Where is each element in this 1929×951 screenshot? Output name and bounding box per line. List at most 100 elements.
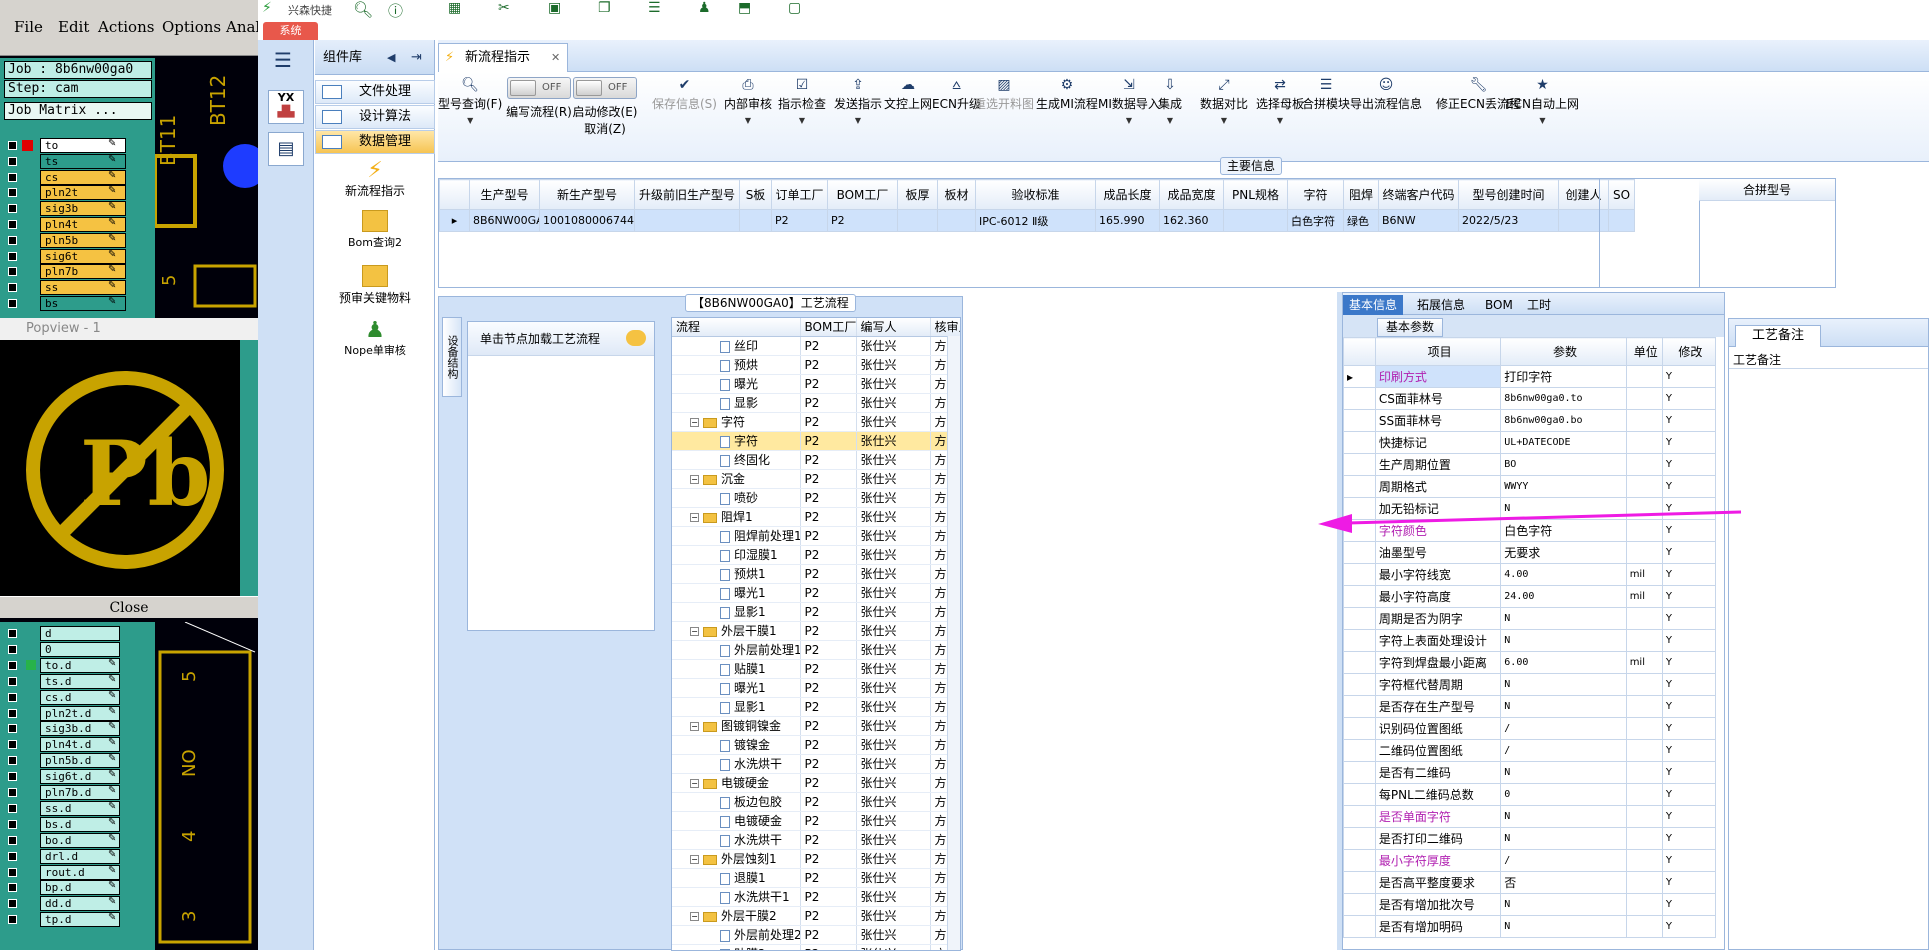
layer-edit-icon[interactable]: ✎ bbox=[108, 658, 116, 669]
param-row[interactable]: 快捷标记UL+DATECODEY bbox=[1344, 432, 1716, 454]
dropdown-arrow-icon[interactable]: ▼ bbox=[1256, 116, 1304, 125]
table-cell[interactable]: P2 bbox=[772, 210, 828, 232]
ribbon-button-9[interactable]: ▨重选开料图 bbox=[974, 75, 1034, 112]
table-cell[interactable]: B6NW bbox=[1379, 210, 1459, 232]
table-cell[interactable] bbox=[938, 210, 976, 232]
layer-edit-icon[interactable]: ✎ bbox=[108, 170, 116, 181]
param-modify[interactable]: Y bbox=[1662, 630, 1715, 652]
close-icon[interactable]: ✕ bbox=[551, 44, 560, 72]
ribbon-button-15[interactable]: ☰合拼模块 bbox=[1302, 75, 1350, 112]
tree-row[interactable]: 水洗烘干P2张仕兴方幸幸已审核 bbox=[672, 754, 961, 773]
column-header[interactable]: 参数 bbox=[1501, 338, 1626, 366]
ribbon-button-2[interactable]: OFF启动修改(E)取消(Z) bbox=[570, 75, 640, 137]
dropdown-arrow-icon[interactable]: ▼ bbox=[724, 116, 772, 125]
param-value[interactable]: / bbox=[1501, 718, 1626, 740]
layer-edit-icon[interactable]: ✎ bbox=[108, 264, 116, 275]
tree-row[interactable]: 水洗烘干1P2张仕兴方幸幸已审核 bbox=[672, 887, 961, 906]
ribbon-button-16[interactable]: ☺导出流程信息 bbox=[1350, 75, 1422, 112]
param-modify[interactable]: Y bbox=[1662, 542, 1715, 564]
tree-row[interactable]: −图镀铜镍金P2张仕兴方幸幸已审核 bbox=[672, 716, 961, 735]
model-table-row[interactable]: ▸8B6NW00GA010010800067444P2P2IPC-6012 Ⅱ级… bbox=[440, 210, 1635, 232]
layer-row[interactable]: to.d✎ bbox=[4, 658, 154, 673]
tree-node[interactable]: 电镀硬金 bbox=[672, 811, 800, 830]
quick-grid-icon[interactable]: ▦ bbox=[448, 0, 461, 16]
param-modify[interactable]: Y bbox=[1662, 410, 1715, 432]
param-value[interactable]: N bbox=[1501, 762, 1626, 784]
layer-row[interactable]: pln2t.d✎ bbox=[4, 706, 154, 721]
tree-node[interactable]: 水洗烘干 bbox=[672, 754, 800, 773]
layer-edit-icon[interactable]: ✎ bbox=[108, 865, 116, 876]
dropdown-arrow-icon[interactable]: ▼ bbox=[1200, 116, 1248, 125]
tree-row[interactable]: 曝光1P2张仕兴方幸幸已审核 bbox=[672, 583, 961, 602]
column-header[interactable]: 阻焊 bbox=[1344, 180, 1379, 210]
column-header[interactable]: 流程 bbox=[672, 318, 800, 336]
layer-checkbox[interactable] bbox=[8, 236, 17, 245]
dropdown-arrow-icon[interactable]: ▼ bbox=[778, 116, 826, 125]
system-tab[interactable]: 系统 bbox=[263, 22, 318, 40]
param-row[interactable]: 是否存在生产型号NY bbox=[1344, 696, 1716, 718]
layer-edit-icon[interactable]: ✎ bbox=[108, 706, 116, 717]
tree-node[interactable]: 退膜1 bbox=[672, 868, 800, 887]
column-header[interactable]: 升级前旧生产型号 bbox=[635, 180, 740, 210]
layer-row[interactable]: pln4t.d✎ bbox=[4, 737, 154, 752]
layer-checkbox[interactable] bbox=[8, 820, 17, 829]
layer-checkbox[interactable] bbox=[8, 283, 17, 292]
equipment-structure-tab[interactable]: 设备结构 bbox=[442, 317, 462, 397]
layer-row[interactable]: pln4t✎ bbox=[4, 217, 154, 232]
table-cell[interactable]: IPC-6012 Ⅱ级 bbox=[976, 210, 1096, 232]
layer-checkbox[interactable] bbox=[8, 740, 17, 749]
layer-checkbox[interactable] bbox=[8, 677, 17, 686]
param-row[interactable]: 是否单面字符NY bbox=[1344, 806, 1716, 828]
param-value[interactable]: UL+DATECODE bbox=[1501, 432, 1626, 454]
tree-node[interactable]: 终固化 bbox=[672, 450, 800, 469]
layer-edit-icon[interactable]: ✎ bbox=[108, 280, 116, 291]
layer-row[interactable]: ss✎ bbox=[4, 280, 154, 295]
tree-row[interactable]: −外层干膜1P2张仕兴方幸幸已审核 bbox=[672, 621, 961, 640]
param-modify[interactable]: Y bbox=[1662, 608, 1715, 630]
layer-row[interactable]: d bbox=[4, 626, 154, 641]
job-matrix-button[interactable]: Job Matrix ... bbox=[4, 102, 152, 120]
param-row[interactable]: 字符到焊盘最小距离6.00milY bbox=[1344, 652, 1716, 674]
param-modify[interactable]: Y bbox=[1662, 454, 1715, 476]
layer-row[interactable]: pln2t✎ bbox=[4, 185, 154, 200]
tool-nope-review[interactable]: ♟Nope单审核 bbox=[315, 318, 435, 358]
column-header[interactable]: 编写人 bbox=[856, 318, 930, 336]
param-row[interactable]: 识别码位置图纸/Y bbox=[1344, 718, 1716, 740]
param-value[interactable]: WWYY bbox=[1501, 476, 1626, 498]
param-value[interactable]: N bbox=[1501, 828, 1626, 850]
column-header[interactable]: 终端客户代码 bbox=[1379, 180, 1459, 210]
tree-row[interactable]: 水洗烘干P2张仕兴方幸幸已审核 bbox=[672, 830, 961, 849]
tree-row[interactable]: 印湿膜1P2张仕兴方幸幸已审核 bbox=[672, 545, 961, 564]
ribbon-button-12[interactable]: ⇩集成▼ bbox=[1158, 75, 1182, 125]
layer-checkbox[interactable] bbox=[8, 883, 17, 892]
param-modify[interactable]: Y bbox=[1662, 696, 1715, 718]
tree-row[interactable]: 显影1P2张仕兴方幸幸已审核 bbox=[672, 602, 961, 621]
ribbon-button-18[interactable]: ★ECN自动上网▼ bbox=[1506, 75, 1579, 125]
column-header[interactable]: 验收标准 bbox=[976, 180, 1096, 210]
layer-checkbox[interactable] bbox=[8, 915, 17, 924]
tree-node[interactable]: 显影 bbox=[672, 393, 800, 412]
param-row[interactable]: 是否打印二维码NY bbox=[1344, 828, 1716, 850]
param-modify[interactable]: Y bbox=[1662, 388, 1715, 410]
collapse-icon[interactable]: − bbox=[690, 855, 699, 864]
param-row[interactable]: 每PNL二维码总数0Y bbox=[1344, 784, 1716, 806]
quick-save-icon[interactable]: ▣ bbox=[548, 0, 561, 16]
layer-row[interactable]: bs.d✎ bbox=[4, 817, 154, 832]
param-modify[interactable]: Y bbox=[1662, 476, 1715, 498]
ribbon-button-13[interactable]: ⤢数据对比▼ bbox=[1200, 75, 1248, 125]
column-header[interactable]: 新生产型号 bbox=[540, 180, 635, 210]
tree-row[interactable]: −外层蚀刻1P2张仕兴方幸幸已审核 bbox=[672, 849, 961, 868]
layer-edit-icon[interactable]: ✎ bbox=[108, 801, 116, 812]
param-modify[interactable]: Y bbox=[1662, 850, 1715, 872]
param-value[interactable]: BO bbox=[1501, 454, 1626, 476]
tree-node[interactable]: −外层蚀刻1 bbox=[672, 849, 800, 868]
table-cell[interactable] bbox=[1224, 210, 1288, 232]
layer-row[interactable]: bo.d✎ bbox=[4, 833, 154, 848]
quick-info-icon[interactable]: ⓘ bbox=[388, 0, 403, 21]
popview-close-button[interactable]: Close bbox=[0, 596, 258, 618]
tab-work-hours[interactable]: 工时 bbox=[1521, 295, 1557, 315]
param-value[interactable]: 8b6nw00ga0.bo bbox=[1501, 410, 1626, 432]
param-value[interactable]: 无要求 bbox=[1501, 542, 1626, 564]
layer-checkbox[interactable] bbox=[8, 252, 17, 261]
tree-scrollbar[interactable] bbox=[947, 336, 961, 951]
